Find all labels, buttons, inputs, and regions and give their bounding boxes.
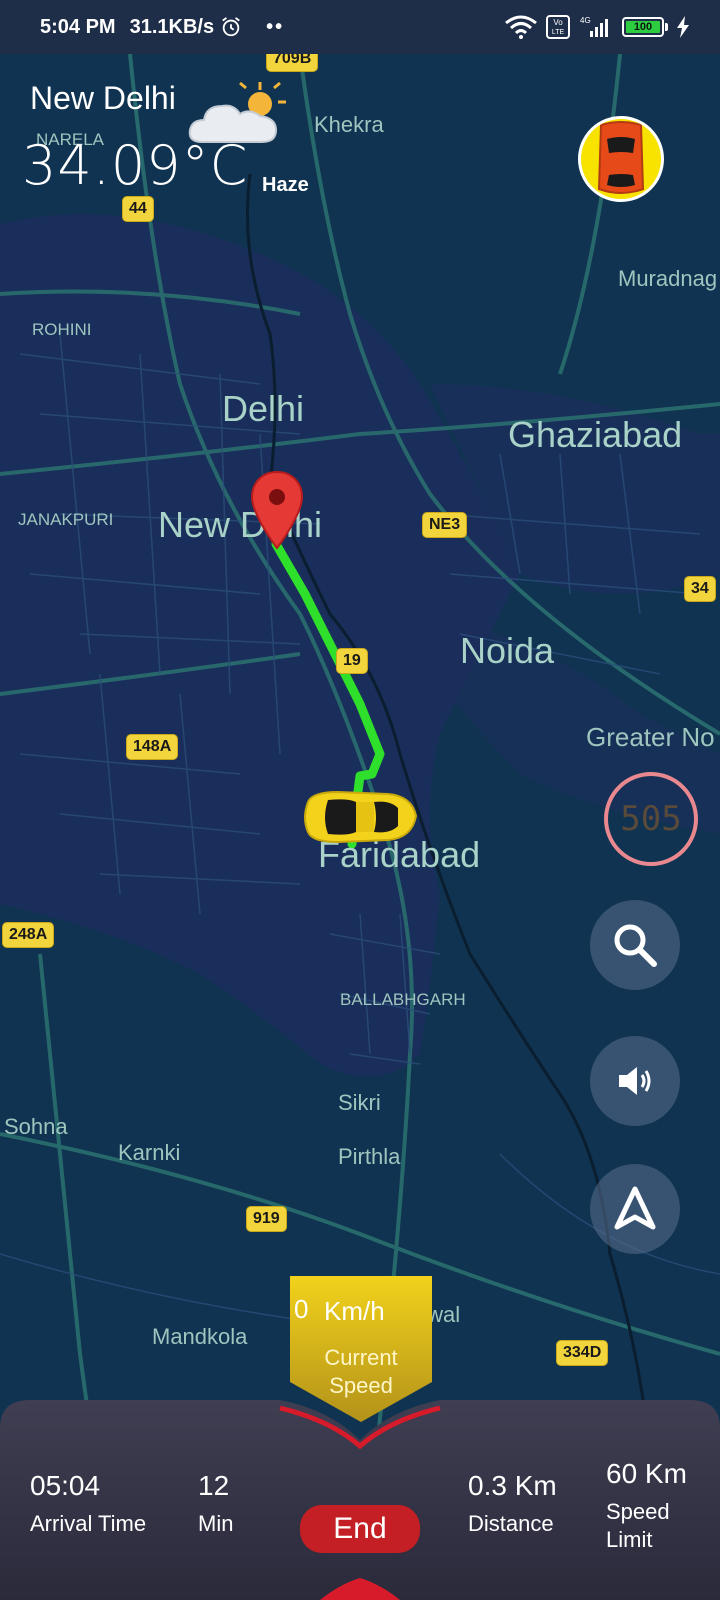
map-label-karnki: Karnki	[118, 1140, 181, 1165]
charging-icon	[677, 16, 689, 38]
navigation-arrow-icon	[614, 1186, 656, 1230]
sound-button[interactable]	[590, 1036, 680, 1126]
speaker-icon	[619, 1067, 651, 1095]
status-net-speed: 31.1KB/s	[129, 15, 215, 38]
highway-shield: 44	[122, 196, 154, 222]
alarm-icon	[222, 17, 240, 37]
trip-distance: 0.3 Km Distance	[468, 1470, 557, 1536]
weather-condition: Haze	[262, 174, 309, 196]
battery-indicator: 100	[622, 17, 668, 37]
trip-duration: 12 Min	[198, 1470, 234, 1536]
highway-shield: NE3	[422, 512, 468, 538]
speed-limit-stat: 60 Km Speed Limit	[606, 1458, 687, 1552]
status-bar: 5:04 PM 31.1KB/s •• Vo LTE 4G 100	[0, 0, 720, 54]
map-label-muradnagar: Muradnag	[618, 266, 718, 291]
map-label-janakpuri: JANAKPURI	[18, 510, 114, 529]
map-label-noida: Noida	[460, 630, 555, 671]
map-label-ballabhgarh: BALLABHGARH	[340, 990, 466, 1009]
car-avatar-icon	[597, 121, 645, 194]
status-dots: ••	[266, 15, 285, 38]
highway-shield: 248A	[2, 922, 55, 948]
status-time: 5:04 PM	[40, 15, 116, 38]
highway-shield: 709B	[266, 54, 319, 72]
highway-shield: 34	[684, 576, 716, 602]
current-speed-caption: Current Speed	[324, 1345, 398, 1398]
svg-text:LTE: LTE	[552, 29, 565, 36]
highway-shield: 19	[336, 648, 368, 674]
car-icon	[304, 790, 418, 844]
battery-level: 100	[626, 21, 660, 33]
map-label-greater-noida: Greater No	[586, 722, 715, 752]
search-icon	[614, 924, 657, 967]
end-navigation-button[interactable]: End	[300, 1505, 420, 1553]
weather-city: New Delhi	[30, 80, 176, 116]
partly-cloudy-icon	[188, 81, 286, 143]
svg-text:4G: 4G	[580, 16, 591, 25]
arrival-time: 05:04 Arrival Time	[30, 1470, 147, 1536]
speed-limit-sign: 505	[604, 772, 698, 866]
map-label-sikri: Sikri	[338, 1090, 381, 1115]
highway-shield: 148A	[126, 734, 179, 760]
volte-icon: Vo LTE	[546, 15, 570, 39]
avatar[interactable]	[578, 116, 664, 202]
svg-text:Vo: Vo	[553, 18, 563, 27]
map-label-mandkola: Mandkola	[152, 1324, 248, 1349]
map-pin-icon[interactable]	[250, 470, 304, 550]
search-button[interactable]	[590, 900, 680, 990]
highway-shield: 919	[246, 1206, 287, 1232]
map-label-khekra: Khekra	[314, 112, 384, 137]
current-speed-unit: Km/h	[324, 1296, 385, 1326]
signal-icon: 4G	[580, 16, 608, 37]
map-label-rohini: ROHINI	[32, 320, 92, 339]
wifi-icon	[505, 15, 537, 39]
map-label-sohna: Sohna	[4, 1114, 68, 1139]
current-speed-value: 0	[294, 1294, 309, 1324]
highway-shield: 334D	[556, 1340, 609, 1366]
map-label-pirthla: Pirthla	[338, 1144, 401, 1169]
map-label-ghaziabad: Ghaziabad	[508, 414, 683, 455]
recenter-button[interactable]	[590, 1164, 680, 1254]
map-label-delhi: Delhi	[222, 388, 305, 429]
